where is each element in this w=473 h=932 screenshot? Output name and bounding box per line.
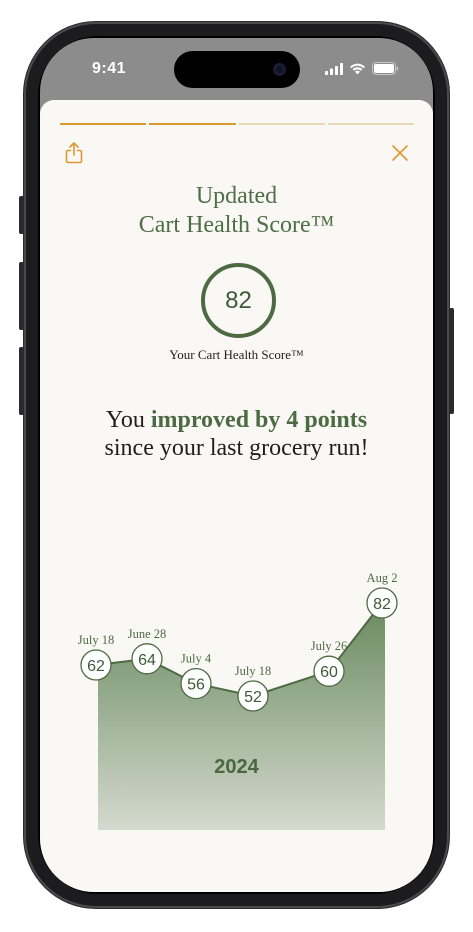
story-progress-bar bbox=[60, 123, 414, 125]
message-line-2: since your last grocery run! bbox=[104, 435, 369, 461]
message-emphasis: improved by 4 points bbox=[150, 407, 368, 433]
score-caption: Your Cart Health Score™ bbox=[169, 347, 304, 362]
action-button bbox=[19, 196, 24, 234]
improvement-message: You improved by 4 points since your last… bbox=[40, 406, 433, 462]
share-button[interactable] bbox=[64, 142, 84, 164]
progress-segment bbox=[238, 123, 325, 125]
close-button[interactable] bbox=[391, 144, 409, 162]
chart-date-label: July 4 bbox=[181, 652, 212, 666]
page-title: Updated Cart Health Score™ bbox=[40, 182, 433, 240]
close-icon bbox=[392, 145, 408, 161]
title-line-2: Cart Health Score™ bbox=[138, 212, 335, 238]
chart-value-label: 56 bbox=[187, 677, 205, 694]
chart-value-label: 60 bbox=[320, 664, 338, 681]
status-bar: 9:41 bbox=[40, 38, 433, 100]
chart-date-label: July 18 bbox=[78, 633, 114, 647]
chart-date-label: June 28 bbox=[128, 627, 167, 641]
title-line-1: Updated bbox=[195, 183, 278, 209]
status-icons bbox=[325, 62, 399, 75]
screen: 9:41 Updated Cart Health Score™ 82 Your … bbox=[40, 38, 433, 892]
progress-segment bbox=[327, 123, 414, 125]
battery-icon bbox=[372, 62, 399, 75]
volume-down-button bbox=[19, 347, 24, 415]
chart-date-label: July 18 bbox=[235, 664, 271, 678]
front-camera-icon bbox=[273, 63, 286, 76]
cellular-signal-icon bbox=[325, 62, 343, 75]
score-badge: 82 bbox=[201, 263, 276, 338]
chart-value-label: 62 bbox=[87, 658, 105, 675]
status-time: 9:41 bbox=[92, 60, 127, 77]
wifi-icon bbox=[350, 63, 365, 74]
chart-value-label: 52 bbox=[244, 689, 262, 706]
score-history-chart: 62 July 18 64 June 28 56 July 4 52 July 18 60 Jul… bbox=[78, 571, 398, 830]
share-icon bbox=[65, 142, 83, 164]
chart-year-label: 2024 bbox=[214, 756, 259, 778]
dynamic-island bbox=[174, 51, 300, 88]
chart-date-label: Aug 2 bbox=[367, 571, 398, 585]
power-button bbox=[449, 308, 454, 414]
chart-value-label: 82 bbox=[373, 596, 391, 613]
message-prefix: You bbox=[105, 407, 151, 433]
chart-value-label: 64 bbox=[138, 652, 156, 669]
score-sheet: Updated Cart Health Score™ 82 Your Cart … bbox=[40, 100, 433, 892]
progress-segment bbox=[60, 123, 147, 125]
progress-segment bbox=[149, 123, 236, 125]
volume-up-button bbox=[19, 262, 24, 330]
chart-date-label: July 26 bbox=[311, 639, 347, 653]
score-value: 82 bbox=[225, 286, 252, 314]
